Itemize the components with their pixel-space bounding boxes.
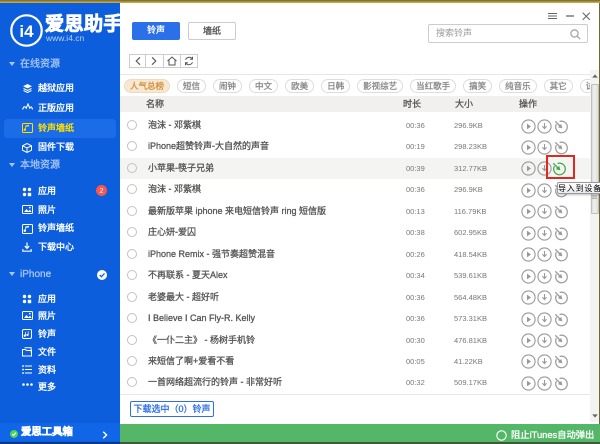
svg-text:i4: i4 — [19, 22, 34, 41]
